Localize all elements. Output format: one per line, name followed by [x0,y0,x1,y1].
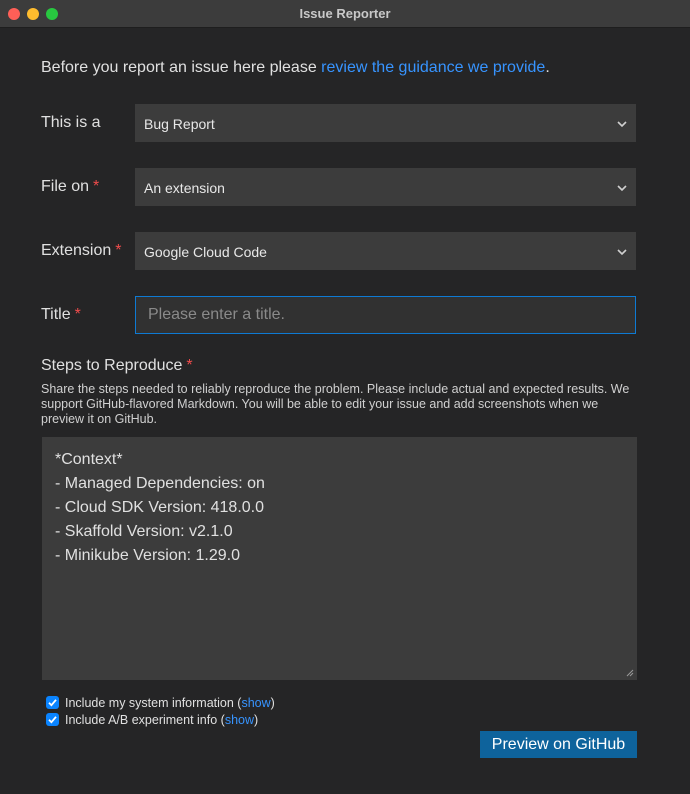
issue-type-row: This is a Bug Report [41,104,637,142]
intro-text-before: Before you report an issue here please [41,59,322,76]
file-on-select[interactable]: An extension [135,168,636,206]
required-marker: * [115,242,122,259]
steps-line: - Cloud SDK Version: 418.0.0 [55,499,265,516]
steps-line: - Skaffold Version: v2.1.0 [55,523,233,540]
intro-text-after: . [545,59,550,76]
steps-heading: Steps to Reproduce * [41,357,193,374]
file-on-row: File on * An extension [41,168,637,206]
steps-line: *Context* [55,451,123,468]
checkmark-icon [48,699,57,707]
chevron-down-icon [617,249,627,256]
steps-line: - Minikube Version: 1.29.0 [55,547,240,564]
issue-type-label: This is a [41,114,101,131]
required-marker: * [186,357,193,374]
preview-on-github-button[interactable]: Preview on GitHub [480,731,637,758]
checkmark-icon [48,716,57,724]
intro-text: Before you report an issue here please r… [41,59,550,77]
extension-select[interactable]: Google Cloud Code [135,232,636,270]
issue-type-value: Bug Report [144,116,215,132]
title-label: Title * [41,306,81,323]
system-info-label: Include my system information (show) [65,696,275,710]
resize-grip-icon[interactable] [626,669,634,677]
chevron-down-icon [617,121,627,128]
review-guidance-link[interactable]: review the guidance we provide [321,59,545,76]
system-info-checkbox[interactable] [46,696,59,709]
show-experiment-info-link[interactable]: show [225,713,254,727]
extension-row: Extension * Google Cloud Code [41,232,637,270]
issue-type-select[interactable]: Bug Report [135,104,636,142]
extension-label: Extension * [41,242,122,259]
required-marker: * [74,306,81,323]
required-marker: * [93,178,100,195]
extension-value: Google Cloud Code [144,244,267,260]
experiment-info-checkbox[interactable] [46,713,59,726]
file-on-label: File on * [41,178,100,195]
window-title: Issue Reporter [299,6,391,21]
title-row: Title * [41,296,637,334]
steps-textarea[interactable]: *Context* - Managed Dependencies: on - C… [42,437,637,680]
steps-help-text: Share the steps needed to reliably repro… [41,382,630,426]
chevron-down-icon [617,185,627,192]
title-input[interactable] [135,296,636,334]
file-on-value: An extension [144,180,225,196]
steps-line: - Managed Dependencies: on [55,475,265,492]
show-system-info-link[interactable]: show [241,696,270,710]
title-bar: Issue Reporter [0,0,690,28]
experiment-info-label: Include A/B experiment info (show) [65,713,259,727]
